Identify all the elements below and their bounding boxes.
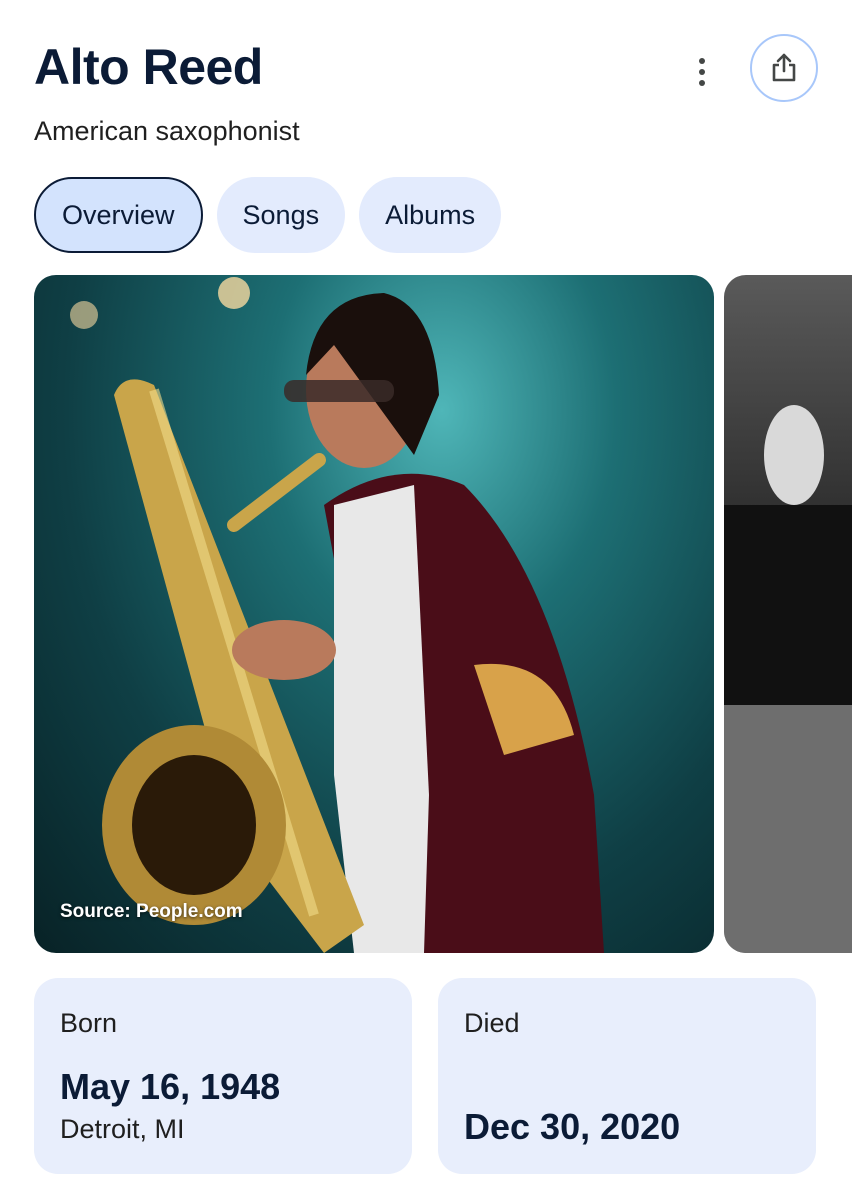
main-photo[interactable]: Source: People.com [34,275,714,953]
tab-songs[interactable]: Songs [216,177,346,253]
facts-cards: Born May 16, 1948 Detroit, MI Died Dec 3… [34,978,816,1174]
bw-photo [724,405,852,953]
died-date: Dec 30, 2020 [464,1106,681,1147]
died-card[interactable]: Died Dec 30, 2020 [438,978,816,1174]
tab-albums[interactable]: Albums [359,177,502,253]
born-card[interactable]: Born May 16, 1948 Detroit, MI [34,978,412,1174]
tab-overview[interactable]: Overview [34,177,203,253]
born-label: Born [60,1008,118,1038]
born-date: May 16, 1948 [60,1066,281,1107]
born-place: Detroit, MI [60,1114,185,1144]
image-gallery[interactable]: Source: People.com [34,275,852,953]
page-title: Alto Reed [34,39,263,95]
page-subtitle: American saxophonist [34,116,300,146]
next-photo[interactable] [724,275,852,953]
share-icon [772,53,796,82]
died-label: Died [464,1008,520,1038]
more-vert-icon-dot [699,80,705,86]
photo-source: Source: People.com [60,901,243,922]
share-button[interactable] [750,34,818,102]
more-vert-icon-dot [699,69,705,75]
tab-bar: Overview Songs Albums [34,177,502,253]
more-vert-icon [699,58,705,64]
more-options-button[interactable] [680,50,724,94]
saxophonist-photo [70,277,604,953]
